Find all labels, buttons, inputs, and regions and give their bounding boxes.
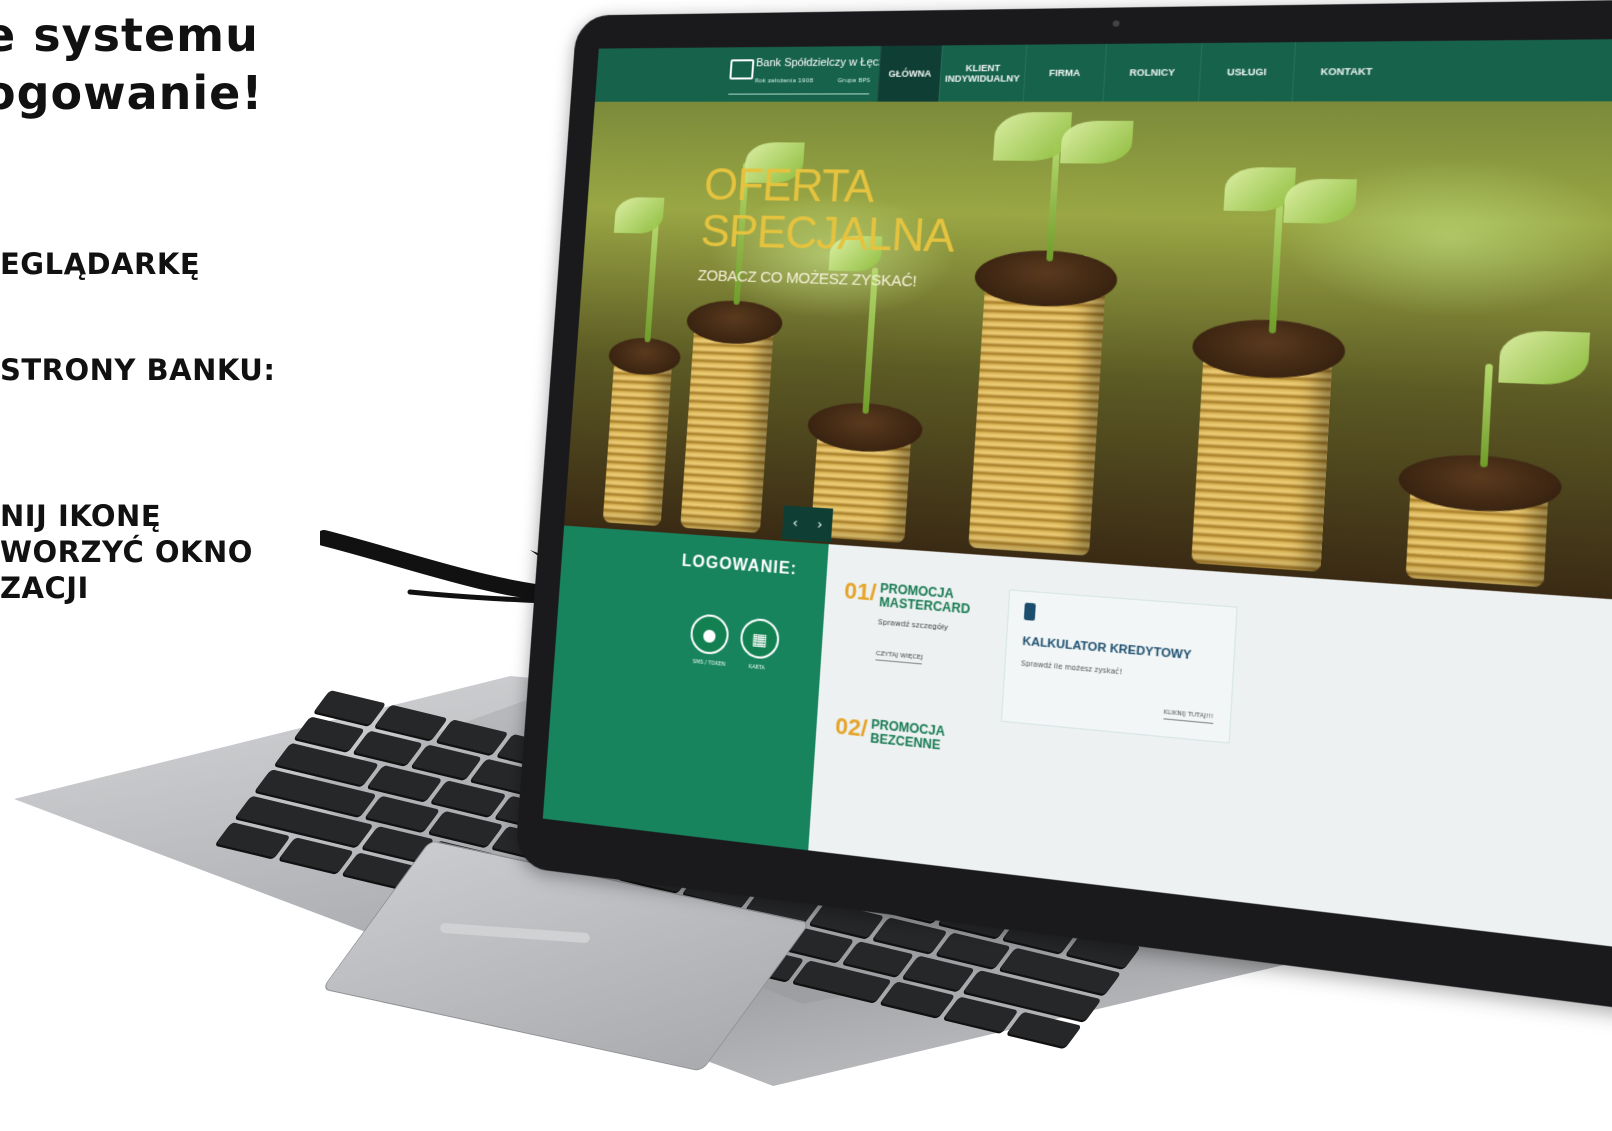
step3-line-3: ZACJI bbox=[0, 571, 89, 605]
nav-item-rolnicy[interactable]: ROLNICY bbox=[1102, 43, 1202, 102]
hero-title: OFERTA SPECJALNA bbox=[699, 160, 958, 263]
logo-group: Grupa BPS bbox=[837, 76, 871, 85]
logo-mark-icon bbox=[729, 59, 755, 80]
login-panel: LOGOWANIE: ● ▦ SMS / TOKEN KARTA bbox=[542, 525, 829, 851]
nav-item-uslugi[interactable]: USŁUGI bbox=[1197, 42, 1295, 102]
logo-tagline: Rok założenia 1908 bbox=[754, 77, 814, 85]
webcam-icon bbox=[1112, 20, 1120, 27]
instruction-step-3: NIJ IKONĘ WORZYĆ OKNO ZACJI bbox=[0, 498, 253, 606]
laptop-lid: Bank Spółdzielczy w Łęcznej Rok założeni… bbox=[514, 0, 1612, 1020]
promo-1-title: PROMOCJA MASTERCARD bbox=[879, 581, 972, 617]
step3-line-2: WORZYĆ OKNO bbox=[0, 535, 253, 569]
hero-banner[interactable]: OFERTA SPECJALNA ZOBACZ CO MOŻESZ ZYSKAĆ… bbox=[564, 101, 1612, 605]
user-lock-icon: ● bbox=[701, 623, 718, 645]
login-card-label: KARTA bbox=[748, 663, 765, 672]
laptop-screen: Bank Spółdzielczy w Łęcznej Rok założeni… bbox=[542, 38, 1612, 955]
bank-logo[interactable]: Bank Spółdzielczy w Łęcznej Rok założeni… bbox=[728, 54, 900, 95]
promotions-section: 01/ PROMOCJA MASTERCARD Sprawdź szczegół… bbox=[808, 544, 1612, 955]
nav-item-kontakt[interactable]: KONTAKT bbox=[1291, 41, 1401, 102]
login-token-label: SMS / TOKEN bbox=[692, 658, 726, 669]
nav-item-glowna[interactable]: GŁÓWNA bbox=[876, 45, 943, 102]
coin-stack-2 bbox=[680, 313, 775, 534]
calculator-icon bbox=[1023, 602, 1036, 621]
instruction-step-2: STRONY BANKU: bbox=[0, 353, 276, 387]
hero-subtitle: ZOBACZ CO MOŻESZ ZYSKAĆ! bbox=[697, 267, 918, 291]
instruction-step-1: EGLĄDARKĘ bbox=[0, 247, 201, 281]
main-nav: GŁÓWNA KLIENT INDYWIDUALNY FIRMA ROLNICY… bbox=[876, 41, 1401, 102]
login-card-button[interactable]: ▦ bbox=[739, 617, 781, 661]
slider-prev-button[interactable]: ‹ bbox=[792, 515, 798, 531]
instruction-heading: e systemu ogowanie! bbox=[0, 6, 263, 122]
login-title: LOGOWANIE: bbox=[681, 552, 798, 579]
hero-title-line-1: OFERTA bbox=[702, 160, 876, 213]
calculator-text: Sprawdź ile możesz zyskać! bbox=[1020, 659, 1123, 677]
calculator-link[interactable]: KLIKNIJ TUTAJ!!! bbox=[1163, 709, 1214, 725]
heading-line-2: ogowanie! bbox=[0, 66, 264, 120]
promo-1-text: Sprawdź szczegóły bbox=[877, 617, 949, 633]
promo-2-number: 02/ bbox=[834, 712, 869, 743]
coin-stack-4 bbox=[968, 270, 1107, 556]
slider-controls: ‹ › bbox=[781, 505, 834, 543]
nav-item-klient-indywidualny[interactable]: KLIENT INDYWIDUALNY bbox=[938, 44, 1027, 102]
card-icon: ▦ bbox=[751, 628, 769, 650]
slider-next-button[interactable]: › bbox=[817, 517, 823, 533]
hero-title-line-2: SPECJALNA bbox=[699, 206, 956, 263]
login-token-button[interactable]: ● bbox=[689, 613, 730, 656]
nav-item-firma[interactable]: FIRMA bbox=[1022, 43, 1106, 102]
step3-line-1: NIJ IKONĘ bbox=[0, 499, 162, 533]
calculator-title: KALKULATOR KREDYTOWY bbox=[1022, 635, 1192, 663]
promo-1-read-more-link[interactable]: CZYTAJ WIĘCEJ bbox=[875, 649, 923, 665]
promo-1-number: 01/ bbox=[843, 577, 878, 606]
coin-stack-1 bbox=[602, 351, 673, 527]
credit-calculator-card[interactable]: KALKULATOR KREDYTOWY Sprawdź ile możesz … bbox=[1000, 589, 1238, 744]
heading-line-1: e systemu bbox=[0, 8, 259, 62]
promo-2-title: PROMOCJA BEZCENNE bbox=[870, 717, 946, 753]
site-header: Bank Spółdzielczy w Łęcznej Rok założeni… bbox=[594, 38, 1612, 102]
